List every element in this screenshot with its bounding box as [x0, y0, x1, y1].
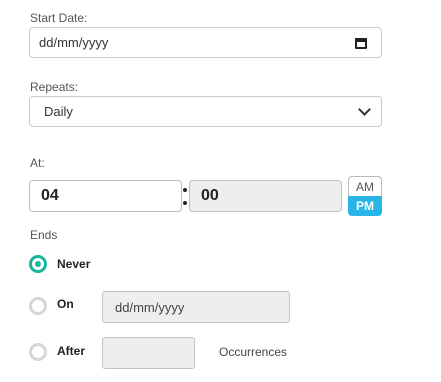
at-label: At: [30, 156, 45, 170]
ends-on-date-input[interactable]: dd/mm/yyyy [102, 291, 290, 323]
ends-after-label[interactable]: After [57, 344, 85, 358]
calendar-icon[interactable] [355, 37, 367, 49]
time-separator-dot-bottom [183, 201, 187, 205]
chevron-down-icon [358, 103, 371, 116]
time-separator-dot-top [183, 188, 187, 192]
start-date-label: Start Date: [30, 11, 88, 25]
ends-on-radio[interactable] [29, 297, 47, 315]
am-button[interactable]: AM [348, 176, 382, 196]
ends-never-label[interactable]: Never [57, 257, 90, 271]
minute-value: 00 [201, 187, 219, 204]
hour-input[interactable]: 04 [29, 180, 182, 212]
hour-value: 04 [41, 187, 59, 204]
repeats-selected-value: Daily [44, 104, 73, 119]
repeats-label: Repeats: [30, 80, 79, 94]
ends-never-radio[interactable] [29, 255, 47, 273]
pm-button[interactable]: PM [348, 196, 382, 216]
occurrences-label: Occurrences [219, 345, 288, 359]
repeats-select[interactable]: Daily [29, 96, 382, 127]
ends-after-count-input[interactable] [102, 337, 195, 369]
minute-input[interactable]: 00 [189, 180, 342, 212]
ends-on-label[interactable]: On [57, 297, 74, 311]
ends-after-radio[interactable] [29, 343, 47, 361]
start-date-placeholder: dd/mm/yyyy [39, 35, 109, 50]
ends-on-date-placeholder: dd/mm/yyyy [115, 299, 185, 315]
start-date-input[interactable]: dd/mm/yyyy [29, 27, 382, 58]
ends-label: Ends [30, 228, 58, 242]
